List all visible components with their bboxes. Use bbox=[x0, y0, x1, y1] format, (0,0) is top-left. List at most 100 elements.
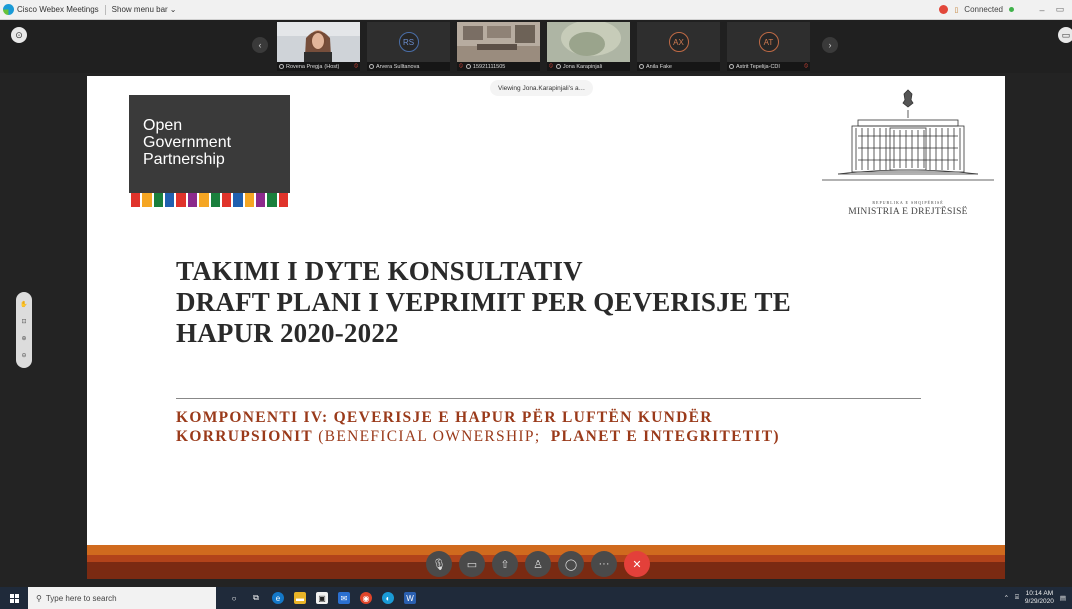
slide-title-line: HAPUR 2020-2022 bbox=[176, 318, 399, 348]
network-icon[interactable]: ⌸ bbox=[1015, 594, 1019, 602]
participant-tile[interactable]: Rovena Pregja (Host) ⦸ bbox=[277, 22, 360, 71]
strip-scroll-right-button[interactable]: › bbox=[822, 37, 838, 53]
ogp-logo: Open Government Partnership bbox=[129, 95, 290, 207]
participant-avatar-frame: AT bbox=[727, 22, 810, 62]
participant-namebar: Rovena Pregja (Host) ⦸ bbox=[277, 62, 360, 71]
edge-icon[interactable]: e bbox=[272, 592, 284, 604]
meeting-controls: 🎙︎ ▭ ⇧ ♙ ◯ ··· ✕ bbox=[426, 551, 650, 577]
restore-button[interactable]: ▭ bbox=[1054, 4, 1066, 15]
logo-stripe bbox=[255, 193, 266, 207]
muted-icon: ⦸ bbox=[549, 63, 553, 69]
participant-video bbox=[277, 22, 360, 62]
logo-stripe bbox=[221, 193, 232, 207]
windows-logo-icon bbox=[9, 593, 19, 603]
webex-logo-icon bbox=[3, 4, 14, 15]
tray-expand-icon[interactable]: ⌃ bbox=[1004, 594, 1009, 602]
ministry-name: MINISTRIA E DREJTËSISË bbox=[848, 207, 968, 217]
taskbar-clock[interactable]: 10:14 AM 9/29/2020 bbox=[1025, 590, 1054, 606]
recording-icon[interactable] bbox=[939, 5, 949, 14]
logo-stripe bbox=[244, 193, 254, 207]
slide-title-line: TAKIMI I DYTE KONSULTATIV bbox=[176, 256, 583, 286]
chrome-icon[interactable]: ◉ bbox=[360, 592, 372, 604]
video-icon: ▭ bbox=[466, 558, 478, 571]
logo-stripe bbox=[187, 193, 198, 207]
component-subtitle: (BENEFICIAL OWNERSHIP; bbox=[313, 428, 551, 445]
end-call-button[interactable]: ✕ bbox=[624, 551, 650, 577]
participant-namebar: Astrit Tepelija-CDI ⦸ bbox=[727, 62, 810, 71]
search-placeholder: Type here to search bbox=[45, 593, 117, 603]
participant-video bbox=[457, 22, 540, 62]
zoom-fit-icon[interactable]: ⊡ bbox=[21, 318, 26, 325]
minimize-button[interactable]: – bbox=[1036, 5, 1048, 15]
slide-component-text: KOMPONENTI IV: QEVERISJE E HAPUR PËR LUF… bbox=[176, 408, 780, 446]
zoom-hand-icon[interactable]: ✋ bbox=[20, 301, 27, 308]
end-call-icon: ✕ bbox=[632, 558, 642, 571]
mic-icon bbox=[729, 64, 734, 69]
chat-icon: ◯ bbox=[564, 558, 578, 571]
taskbar-apps: ○ ⧉ e ▬ ▣ ✉ ◉ ◐ W bbox=[228, 592, 416, 604]
muted-icon: ⦸ bbox=[804, 63, 808, 69]
participant-avatar-frame: AX bbox=[637, 22, 720, 62]
zoom-out-icon[interactable]: ⊖ bbox=[21, 352, 26, 359]
participant-name: Arvera Sulltanova bbox=[376, 63, 420, 70]
panel-toggle-button[interactable]: ▭ bbox=[1058, 27, 1072, 43]
store-icon[interactable]: ▣ bbox=[316, 592, 328, 604]
muted-icon: ⦸ bbox=[354, 63, 358, 69]
windows-taskbar: ⚲ Type here to search ○ ⧉ e ▬ ▣ ✉ ◉ ◐ W … bbox=[0, 587, 1072, 609]
participants-button[interactable]: ♙ bbox=[525, 551, 551, 577]
slide-divider bbox=[176, 398, 921, 399]
title-bar: Cisco Webex Meetings Show menu bar ⌄ ▯ C… bbox=[0, 0, 1072, 20]
mic-icon bbox=[555, 64, 561, 69]
mute-icon: 🎙︎ bbox=[432, 558, 446, 571]
participant-tile[interactable]: RS Arvera Sulltanova bbox=[367, 22, 450, 71]
zoom-in-icon[interactable]: ⊕ bbox=[21, 335, 26, 342]
muted-icon: ⦸ bbox=[459, 63, 463, 69]
viewing-indicator[interactable]: Viewing Jona.Karapinjali's a… bbox=[490, 80, 594, 96]
show-menu-bar-button[interactable]: Show menu bar ⌄ bbox=[112, 5, 177, 14]
participant-tile[interactable]: AX Anila Fake bbox=[637, 22, 720, 71]
logo-line: Open bbox=[143, 117, 183, 134]
share-button[interactable]: ⇧ bbox=[492, 551, 518, 577]
strip-scroll-left-button[interactable]: ‹ bbox=[252, 37, 268, 53]
lock-icon: ▯ bbox=[954, 6, 959, 14]
ministry-caption: REPUBLIKA E SHQIPËRISË MINISTRIA E DREJT… bbox=[818, 200, 998, 217]
component-keyword: KORRUPSIONIT bbox=[176, 428, 314, 445]
mic-icon bbox=[465, 64, 471, 69]
mic-icon bbox=[369, 64, 374, 69]
system-tray: ⌃ ⌸ 10:14 AM 9/29/2020 ▤ bbox=[1004, 590, 1072, 606]
mute-button[interactable]: 🎙︎ bbox=[426, 551, 452, 577]
participant-avatar: RS bbox=[398, 32, 419, 52]
participant-tile[interactable]: AT Astrit Tepelija-CDI ⦸ bbox=[727, 22, 810, 71]
title-separator bbox=[104, 4, 106, 15]
more-icon: ··· bbox=[598, 558, 610, 570]
cortana-icon[interactable]: ○ bbox=[228, 592, 240, 604]
logo-line: Government bbox=[143, 134, 232, 151]
mail-icon[interactable]: ✉ bbox=[338, 592, 350, 604]
video-button[interactable]: ▭ bbox=[459, 551, 485, 577]
video-frame-icon bbox=[457, 22, 540, 62]
notifications-icon[interactable]: ▤ bbox=[1060, 594, 1066, 602]
logo-stripe bbox=[142, 193, 152, 207]
video-frame-icon bbox=[547, 22, 630, 62]
participant-namebar: ⦸ 15921111505 bbox=[457, 62, 540, 71]
logo-stripe bbox=[153, 193, 164, 207]
task-view-icon[interactable]: ⧉ bbox=[250, 592, 262, 604]
meeting-info-button[interactable]: ⊙ bbox=[11, 27, 27, 43]
participant-avatar: AX bbox=[668, 32, 689, 52]
participant-tile[interactable]: ⦸ Jona Karapinjali bbox=[547, 22, 630, 71]
start-button[interactable] bbox=[0, 587, 28, 609]
file-explorer-icon[interactable]: ▬ bbox=[294, 592, 306, 604]
chat-button[interactable]: ◯ bbox=[558, 551, 584, 577]
participants-icon: ♙ bbox=[533, 558, 543, 571]
more-button[interactable]: ··· bbox=[591, 551, 617, 577]
webex-icon[interactable]: ◐ bbox=[382, 592, 394, 604]
mic-icon bbox=[639, 64, 644, 69]
participant-name: Rovena Pregja bbox=[286, 63, 323, 70]
zoom-controls: ✋ ⊡ ⊕ ⊖ bbox=[16, 292, 32, 368]
taskbar-search[interactable]: ⚲ Type here to search bbox=[28, 587, 216, 609]
participant-namebar: Arvera Sulltanova bbox=[367, 62, 450, 71]
chevron-down-icon: ⌄ bbox=[169, 5, 177, 14]
participant-tile[interactable]: ⦸ 15921111505 bbox=[457, 22, 540, 71]
participant-name: Astrit Tepelija-CDI bbox=[736, 63, 780, 70]
word-icon[interactable]: W bbox=[404, 592, 416, 604]
